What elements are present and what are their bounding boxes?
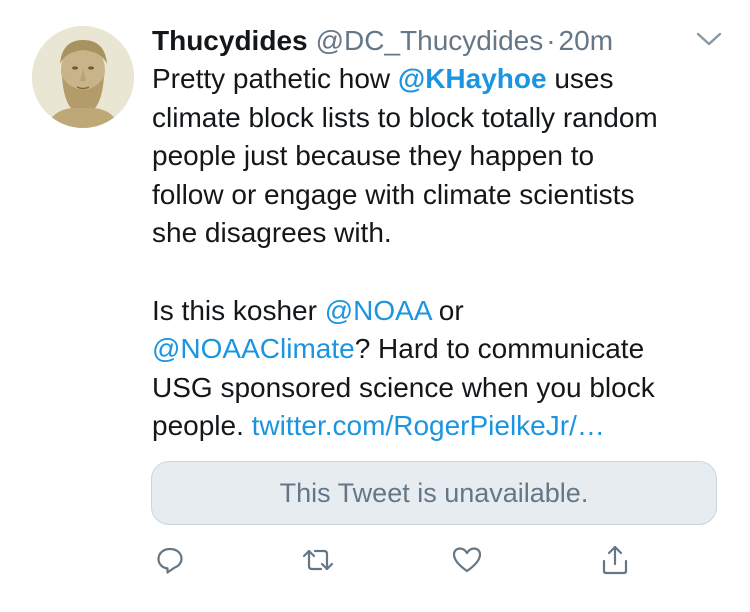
text-segment: people. xyxy=(152,410,252,442)
text-line: USG sponsored science when you block xyxy=(152,371,655,403)
text-segment: Is this kosher xyxy=(152,294,325,326)
bust-portrait-icon xyxy=(32,26,134,128)
tweet[interactable]: Thucydides @DC_Thucydides · 20m Pretty path… xyxy=(0,0,750,612)
heart-icon[interactable] xyxy=(447,538,487,582)
tweet-text: Pretty pathetic how @KHayhoe uses climat… xyxy=(152,60,732,446)
tweet-link[interactable]: twitter.com/RogerPielkeJr/… xyxy=(252,410,605,441)
timestamp[interactable]: 20m xyxy=(559,25,613,56)
separator-dot: · xyxy=(546,25,556,56)
text-line: people just because they happen to xyxy=(152,140,595,172)
retweet-icon[interactable] xyxy=(298,538,338,582)
chevron-down-icon[interactable] xyxy=(694,28,724,50)
action-bar xyxy=(150,538,650,582)
text-line: follow or engage with climate scientists xyxy=(152,178,635,210)
mention-noaaclimate[interactable]: @NOAAClimate xyxy=(152,333,355,364)
quoted-tweet-card[interactable]: This Tweet is unavailable. xyxy=(151,461,717,525)
reply-icon[interactable] xyxy=(150,538,190,582)
mention-khayhoe[interactable]: @KHayhoe xyxy=(398,63,547,94)
author-name[interactable]: Thucydides xyxy=(152,25,308,56)
text-segment: Pretty pathetic how xyxy=(152,63,398,94)
quoted-tweet-unavailable-text: This Tweet is unavailable. xyxy=(279,477,589,508)
text-line: she disagrees with. xyxy=(152,217,392,249)
mention-noaa[interactable]: @NOAA xyxy=(325,295,431,326)
author-handle[interactable]: @DC_Thucydides xyxy=(316,25,544,56)
tweet-header: Thucydides @DC_Thucydides · 20m xyxy=(152,24,613,58)
text-segment: uses xyxy=(546,63,614,94)
avatar[interactable] xyxy=(32,26,134,128)
text-segment: ? Hard to communicate xyxy=(354,333,645,365)
text-line: climate block lists to block totally ran… xyxy=(152,101,658,133)
text-segment: or xyxy=(430,294,464,326)
share-icon[interactable] xyxy=(595,538,635,582)
